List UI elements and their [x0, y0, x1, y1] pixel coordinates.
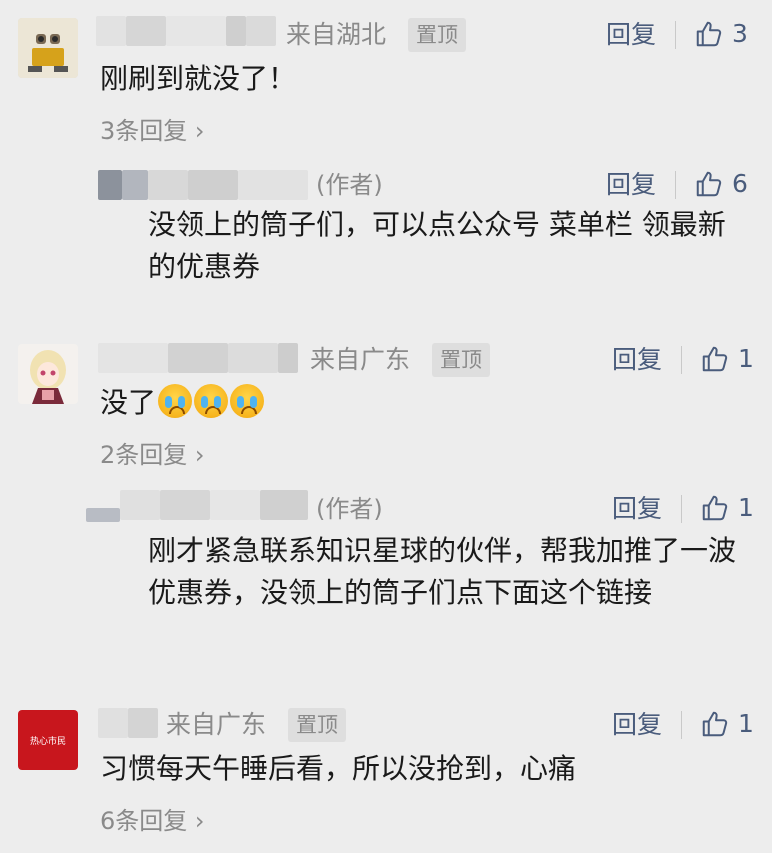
username-blurred[interactable] [98, 708, 158, 738]
comment-3: 热心市民 来自广东 置顶 回复 1 习惯每天午睡后看，所以没抢到，心痛 6条回复… [0, 0, 772, 853]
pinned-badge: 置顶 [288, 708, 346, 742]
avatar-label: 热心市民 [29, 736, 66, 747]
like-button[interactable]: 1 [700, 708, 754, 740]
avatar[interactable]: 热心市民 [18, 710, 78, 770]
thumbs-up-icon [702, 711, 728, 737]
divider [681, 711, 682, 739]
more-replies-link[interactable]: 6条回复 › [100, 806, 205, 836]
more-replies-label: 6条回复 [100, 807, 188, 835]
comment-text: 习惯每天午睡后看，所以没抢到，心痛 [100, 752, 577, 785]
chevron-right-icon: › [187, 807, 205, 835]
reply-button[interactable]: 回复 [612, 710, 662, 740]
like-count: 1 [738, 709, 754, 738]
location-label: 来自广东 [166, 710, 267, 739]
